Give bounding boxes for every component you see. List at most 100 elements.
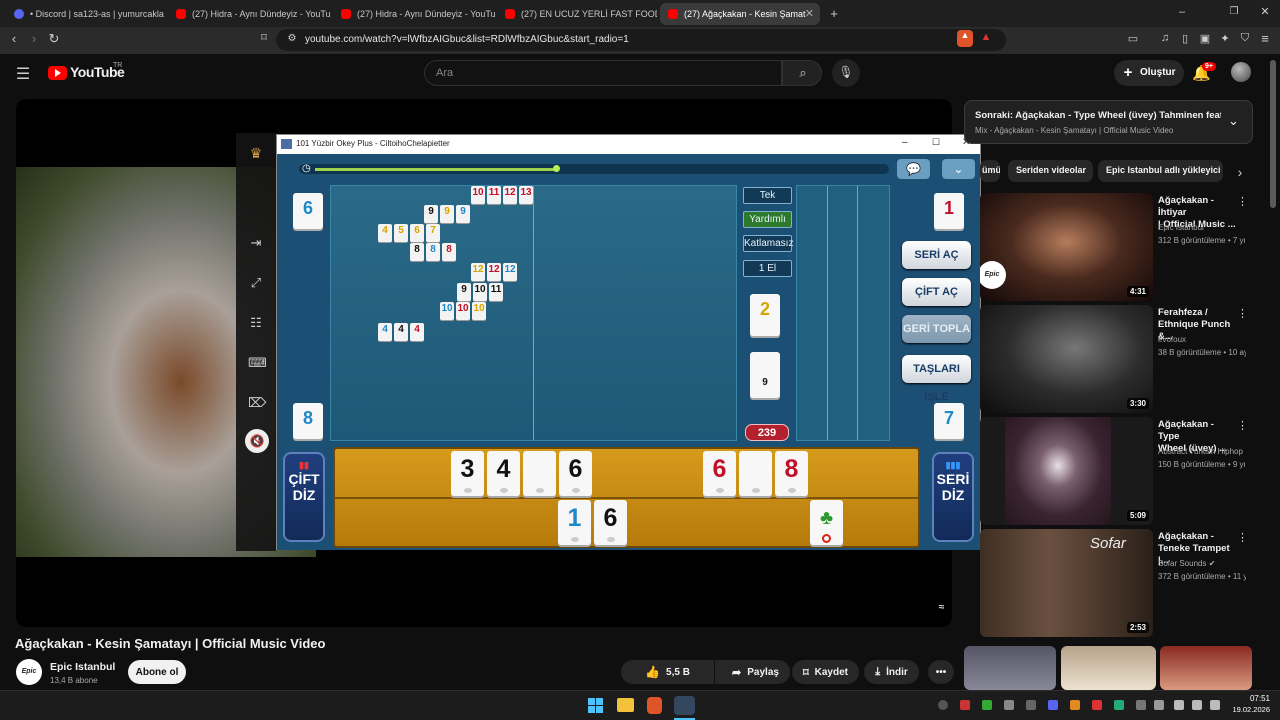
more-actions-button[interactable]: •••	[928, 660, 954, 684]
tab-youtube-1[interactable]: (27) Hidra - Aynı Dündeyiz - YouTube	[168, 3, 330, 25]
rack-tile[interactable]: 8	[775, 451, 808, 496]
cift-ac-button[interactable]: ÇİFT AÇ	[902, 278, 971, 306]
rack-tile[interactable]	[523, 451, 556, 496]
shorts-thumbnail[interactable]	[964, 646, 1056, 690]
expand-icon[interactable]: ⤢	[248, 275, 264, 291]
tab-youtube-3[interactable]: (27) EN UCUZ YERLİ FAST FOOD MEN	[497, 3, 657, 25]
channel-avatar[interactable]: Epic	[16, 659, 42, 685]
close-window-icon[interactable]: ✕	[1257, 5, 1273, 18]
chevron-down-icon[interactable]: ⌄	[1228, 113, 1239, 129]
chip-all[interactable]: ümü	[980, 160, 1000, 182]
youtube-logo-icon[interactable]	[48, 66, 67, 80]
game-app-icon[interactable]: ♛	[248, 145, 264, 162]
more-vert-icon[interactable]: ⋮	[1237, 531, 1248, 544]
mic-tray-icon[interactable]	[1154, 700, 1164, 710]
video-thumbnail[interactable]: 3:30	[980, 305, 1153, 413]
seri-diz-button[interactable]: ▮▮▮ SERİ DİZ	[932, 452, 974, 542]
rack-tile[interactable]: 4	[487, 451, 520, 496]
create-button[interactable]: + Oluştur	[1114, 60, 1184, 86]
save-button[interactable]: ⌑ Kaydet	[792, 660, 859, 684]
network-icon[interactable]	[1174, 700, 1184, 710]
hamburger-menu-icon[interactable]: ☰	[15, 64, 31, 84]
wallet-icon[interactable]: ▣	[1197, 32, 1213, 45]
chip-uploader[interactable]: Epic Istanbul adlı yükleyici	[1098, 160, 1223, 182]
more-vert-icon[interactable]: ⋮	[1237, 419, 1248, 432]
left-discard-bottom[interactable]: 8	[293, 403, 323, 439]
video-thumbnail[interactable]: Epic 4:31	[980, 193, 1153, 301]
geri-topla-button[interactable]: GERİ TOPLA	[902, 315, 971, 343]
tray-icon[interactable]	[1026, 700, 1036, 710]
seri-ac-button[interactable]: SERİ AÇ	[902, 241, 971, 269]
video-thumbnail[interactable]: Sofar 2:53	[980, 529, 1153, 637]
right-discard-top[interactable]: 1	[934, 193, 964, 229]
keyboard-icon[interactable]: ⌨	[248, 355, 267, 371]
more-vert-icon[interactable]: ⋮	[1237, 195, 1248, 208]
rack-tile[interactable]: 6	[559, 451, 592, 496]
tab-youtube-2[interactable]: (27) Hidra - Aynı Dündeyiz - YouTube	[333, 3, 495, 25]
page-scrollbar[interactable]	[1270, 60, 1276, 208]
subscribe-button[interactable]: Abone ol	[128, 660, 186, 684]
login-icon[interactable]: ⇥	[248, 235, 264, 251]
tray-icon[interactable]	[982, 700, 992, 710]
search-button[interactable]: ⌕	[782, 60, 822, 86]
up-next-panel[interactable]: Sonraki: Ağaçkakan - Type Wheel (üvey) T…	[964, 100, 1253, 144]
url-field[interactable]: ⚙ youtube.com/watch?v=lWfbzAIGbuc&list=R…	[276, 29, 1006, 51]
restore-icon[interactable]: ❐	[1226, 6, 1242, 17]
forward-icon[interactable]: ›	[26, 31, 42, 46]
clock-date[interactable]: 19.02.2026	[1224, 705, 1270, 714]
left-discard-top[interactable]: 6	[293, 193, 323, 229]
bookmark-icon[interactable]: ⌑	[256, 31, 272, 44]
tray-icon[interactable]	[1070, 700, 1080, 710]
channel-name[interactable]: Epic Istanbul	[50, 661, 115, 673]
sidebar-icon[interactable]: ▯	[1177, 32, 1193, 45]
cast-icon[interactable]: ▭	[1125, 32, 1141, 45]
rack-tile[interactable]: 1	[558, 500, 591, 545]
recommendation-item[interactable]: 5:09 Ağaçkakan - Type Wheel (üvey) ... A…	[980, 417, 1250, 525]
recommendation-item[interactable]: 3:30 Ferahfeza / Ethnique Punch &... evo…	[980, 305, 1250, 413]
cift-diz-button[interactable]: ▮▮ ÇİFT DİZ	[283, 452, 325, 542]
rack-tile[interactable]	[739, 451, 772, 496]
tray-icon[interactable]	[1092, 700, 1102, 710]
chevron-right-icon[interactable]: ›	[1232, 164, 1248, 180]
game-maximize-icon[interactable]: ☐	[932, 137, 940, 148]
brave-shields-icon[interactable]: ▲	[957, 30, 973, 47]
leo-icon[interactable]: ✦	[1217, 32, 1233, 45]
taslari-isle-button[interactable]: TAŞLARI İŞLE	[902, 355, 971, 403]
recommendation-item[interactable]: Epic 4:31 Ağaçkakan - İhtiyar | Official…	[980, 193, 1250, 301]
new-tab-icon[interactable]: +	[826, 6, 842, 21]
like-button[interactable]: 👍 5,5 B	[621, 660, 714, 684]
battery-icon[interactable]	[1210, 700, 1220, 710]
shorts-thumbnail[interactable]	[1061, 646, 1156, 690]
shorts-thumbnail[interactable]	[1160, 646, 1252, 690]
tray-icon[interactable]	[1048, 700, 1058, 710]
okey-app-icon[interactable]	[674, 696, 695, 715]
menu-icon[interactable]: ≡	[1257, 31, 1273, 46]
tab-discord[interactable]: • Discord | sa123-as | yumurcakla	[6, 3, 166, 25]
chevron-down-icon[interactable]: ⌄	[942, 159, 975, 179]
rack-tile[interactable]: 6	[703, 451, 736, 496]
rack-tile[interactable]: 3	[451, 451, 484, 496]
tray-icon[interactable]	[960, 700, 970, 710]
rewards-icon[interactable]: ▲	[978, 31, 994, 43]
recommendation-item[interactable]: Sofar 2:53 Ağaçkakan - Teneke Trampet |.…	[980, 529, 1250, 637]
chat-button[interactable]: 💬	[897, 159, 930, 179]
game-minimize-icon[interactable]: –	[902, 137, 908, 148]
search-input[interactable]: Ara	[424, 60, 782, 86]
back-icon[interactable]: ‹	[6, 31, 22, 46]
settings-sliders-icon[interactable]: ☷	[248, 315, 264, 331]
mute-icon[interactable]: 🔇	[245, 429, 269, 453]
rack-tile[interactable]: 6	[594, 500, 627, 545]
video-thumbnail[interactable]: 5:09	[980, 417, 1153, 525]
start-icon[interactable]	[588, 698, 603, 713]
clock-time[interactable]: 07:51	[1230, 694, 1270, 703]
voice-search-button[interactable]: 🎙	[832, 59, 860, 87]
download-button[interactable]: ⤓ İndir	[864, 660, 919, 684]
volume-icon[interactable]	[1192, 700, 1202, 710]
media-icon[interactable]: ♫	[1157, 32, 1173, 44]
close-tab-icon[interactable]: ✕	[805, 7, 814, 20]
deck-tile[interactable]: 9	[750, 352, 780, 398]
tab-youtube-active[interactable]: (27) Ağaçkakan - Kesin Şamat ✕	[660, 3, 820, 25]
chip-series[interactable]: Seriden videolar	[1008, 160, 1093, 182]
tray-icon[interactable]	[1114, 700, 1124, 710]
label-icon[interactable]: ⌦	[248, 395, 266, 411]
